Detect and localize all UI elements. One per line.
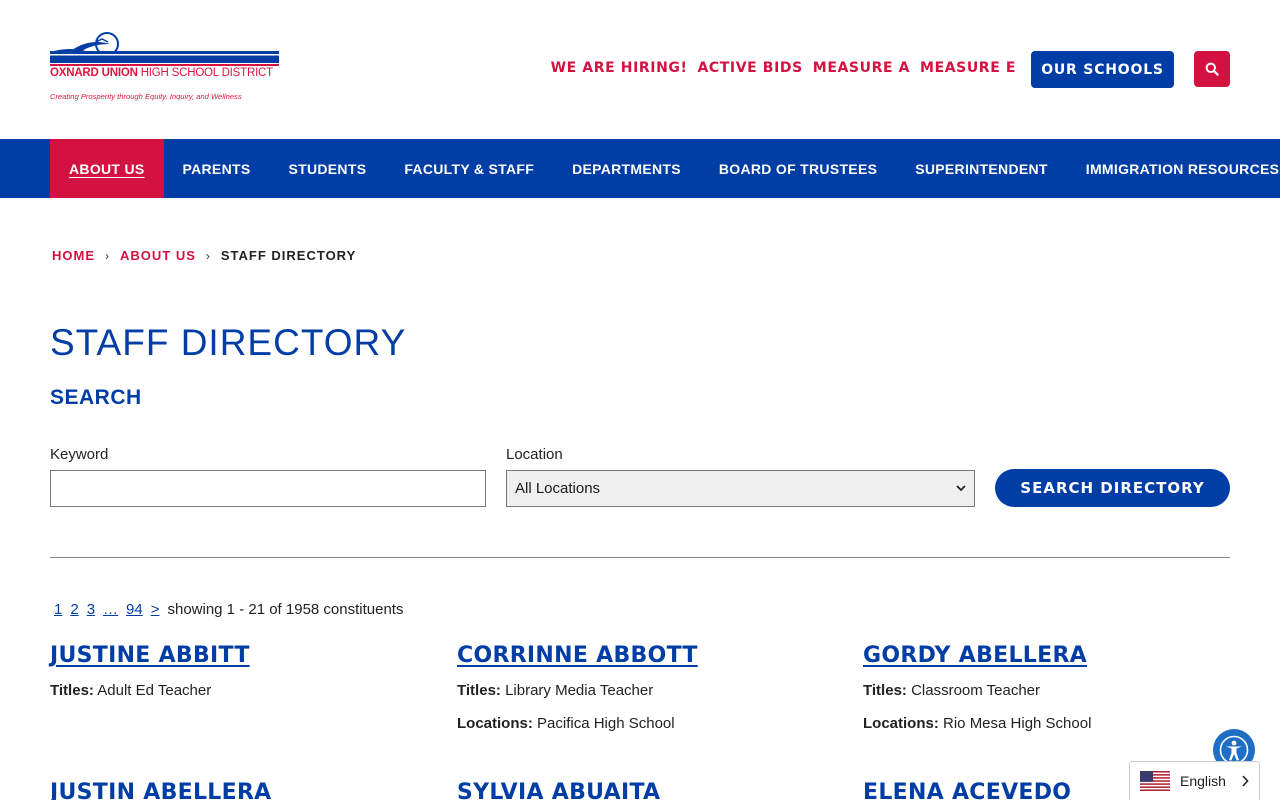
site-search-button[interactable] — [1194, 51, 1230, 87]
nav-item-parents[interactable]: PARENTS — [164, 139, 270, 198]
nav-item-students[interactable]: STUDENTS — [269, 139, 385, 198]
keyword-input[interactable] — [50, 470, 486, 507]
search-heading: SEARCH — [50, 386, 142, 409]
staff-name-link[interactable]: GORDY ABELLERA — [863, 643, 1243, 668]
util-link-measure-a[interactable]: MEASURE A — [813, 60, 910, 76]
site-header: OXNARD UNION HIGH SCHOOL DISTRICT Creati… — [0, 0, 1280, 139]
staff-card: CORRINNE ABBOTT Titles: Library Media Te… — [457, 643, 837, 732]
page-link-3[interactable]: 3 — [87, 601, 95, 618]
search-directory-button[interactable]: SEARCH DIRECTORY — [995, 469, 1230, 507]
breadcrumb-about-us[interactable]: ABOUT US — [120, 248, 196, 263]
keyword-label: Keyword — [50, 446, 109, 463]
nav-item-board-of-trustees[interactable]: BOARD OF TRUSTEES — [700, 139, 896, 198]
language-current: English — [1180, 773, 1226, 789]
util-link-measure-e[interactable]: MEASURE E — [920, 60, 1016, 76]
chevron-right-icon — [1242, 775, 1249, 787]
page-link-next[interactable]: > — [151, 601, 160, 618]
page-title: STAFF DIRECTORY — [50, 322, 407, 363]
chevron-right-icon: › — [105, 248, 110, 263]
staff-name-link[interactable]: CORRINNE ABBOTT — [457, 643, 837, 668]
language-selector[interactable]: English — [1129, 761, 1260, 800]
pagination: 1 2 3 … 94 > showing 1 - 21 of 1958 cons… — [50, 601, 403, 618]
staff-card: JUSTIN ABELLERA — [50, 780, 430, 800]
staff-card: GORDY ABELLERA Titles: Classroom Teacher… — [863, 643, 1243, 732]
staff-title: Titles: Adult Ed Teacher — [50, 682, 212, 699]
staff-card: SYLVIA ABUAITA — [457, 780, 837, 800]
divider — [50, 557, 1230, 558]
utility-links: WE ARE HIRING! ACTIVE BIDS MEASURE A MEA… — [551, 60, 1016, 76]
location-label: Location — [506, 446, 563, 463]
nav-item-faculty-staff[interactable]: FACULTY & STAFF — [385, 139, 553, 198]
district-logo[interactable]: OXNARD UNION HIGH SCHOOL DISTRICT Creati… — [50, 30, 280, 104]
logo-district-name: OXNARD UNION HIGH SCHOOL DISTRICT — [50, 67, 273, 79]
staff-name-link[interactable]: JUSTIN ABELLERA — [50, 780, 430, 800]
page-link-94[interactable]: 94 — [126, 601, 143, 618]
nav-item-immigration-resources[interactable]: IMMIGRATION RESOURCES — [1067, 139, 1280, 198]
staff-title: Titles: Library Media Teacher — [457, 682, 654, 699]
main-navigation: ABOUT US PARENTS STUDENTS FACULTY & STAF… — [0, 139, 1280, 198]
staff-location: Locations: Rio Mesa High School — [863, 715, 1092, 732]
page-link-2[interactable]: 2 — [70, 601, 78, 618]
staff-name-link[interactable]: JUSTINE ABBITT — [50, 643, 430, 668]
staff-name-link[interactable]: SYLVIA ABUAITA — [457, 780, 837, 800]
chevron-right-icon: › — [205, 248, 211, 263]
breadcrumb: HOME › ABOUT US › STAFF DIRECTORY — [52, 248, 356, 263]
our-schools-button[interactable]: OUR SCHOOLS — [1031, 51, 1174, 88]
page-link-ellipsis[interactable]: … — [103, 601, 118, 618]
staff-location: Locations: Pacifica High School — [457, 715, 675, 732]
logo-sun-wave-icon — [50, 32, 279, 66]
chevron-down-icon — [956, 485, 966, 492]
logo-tagline: Creating Prosperity through Equity, Inqu… — [50, 92, 242, 101]
location-select[interactable]: All Locations — [506, 470, 975, 507]
nav-item-about-us[interactable]: ABOUT US — [50, 139, 164, 198]
us-flag-icon — [1140, 771, 1170, 791]
nav-item-departments[interactable]: DEPARTMENTS — [553, 139, 700, 198]
page-link-1[interactable]: 1 — [54, 601, 62, 618]
util-link-hiring[interactable]: WE ARE HIRING! — [551, 60, 688, 76]
search-icon — [1205, 62, 1219, 76]
results-summary: showing 1 - 21 of 1958 constituents — [167, 601, 404, 618]
nav-item-superintendent[interactable]: SUPERINTENDENT — [896, 139, 1067, 198]
staff-title: Titles: Classroom Teacher — [863, 682, 1041, 699]
staff-card: JUSTINE ABBITT Titles: Adult Ed Teacher — [50, 643, 430, 699]
location-selected-value: All Locations — [515, 480, 601, 497]
util-link-active-bids[interactable]: ACTIVE BIDS — [697, 60, 802, 76]
breadcrumb-home[interactable]: HOME — [52, 248, 95, 263]
breadcrumb-current: STAFF DIRECTORY — [220, 248, 357, 263]
